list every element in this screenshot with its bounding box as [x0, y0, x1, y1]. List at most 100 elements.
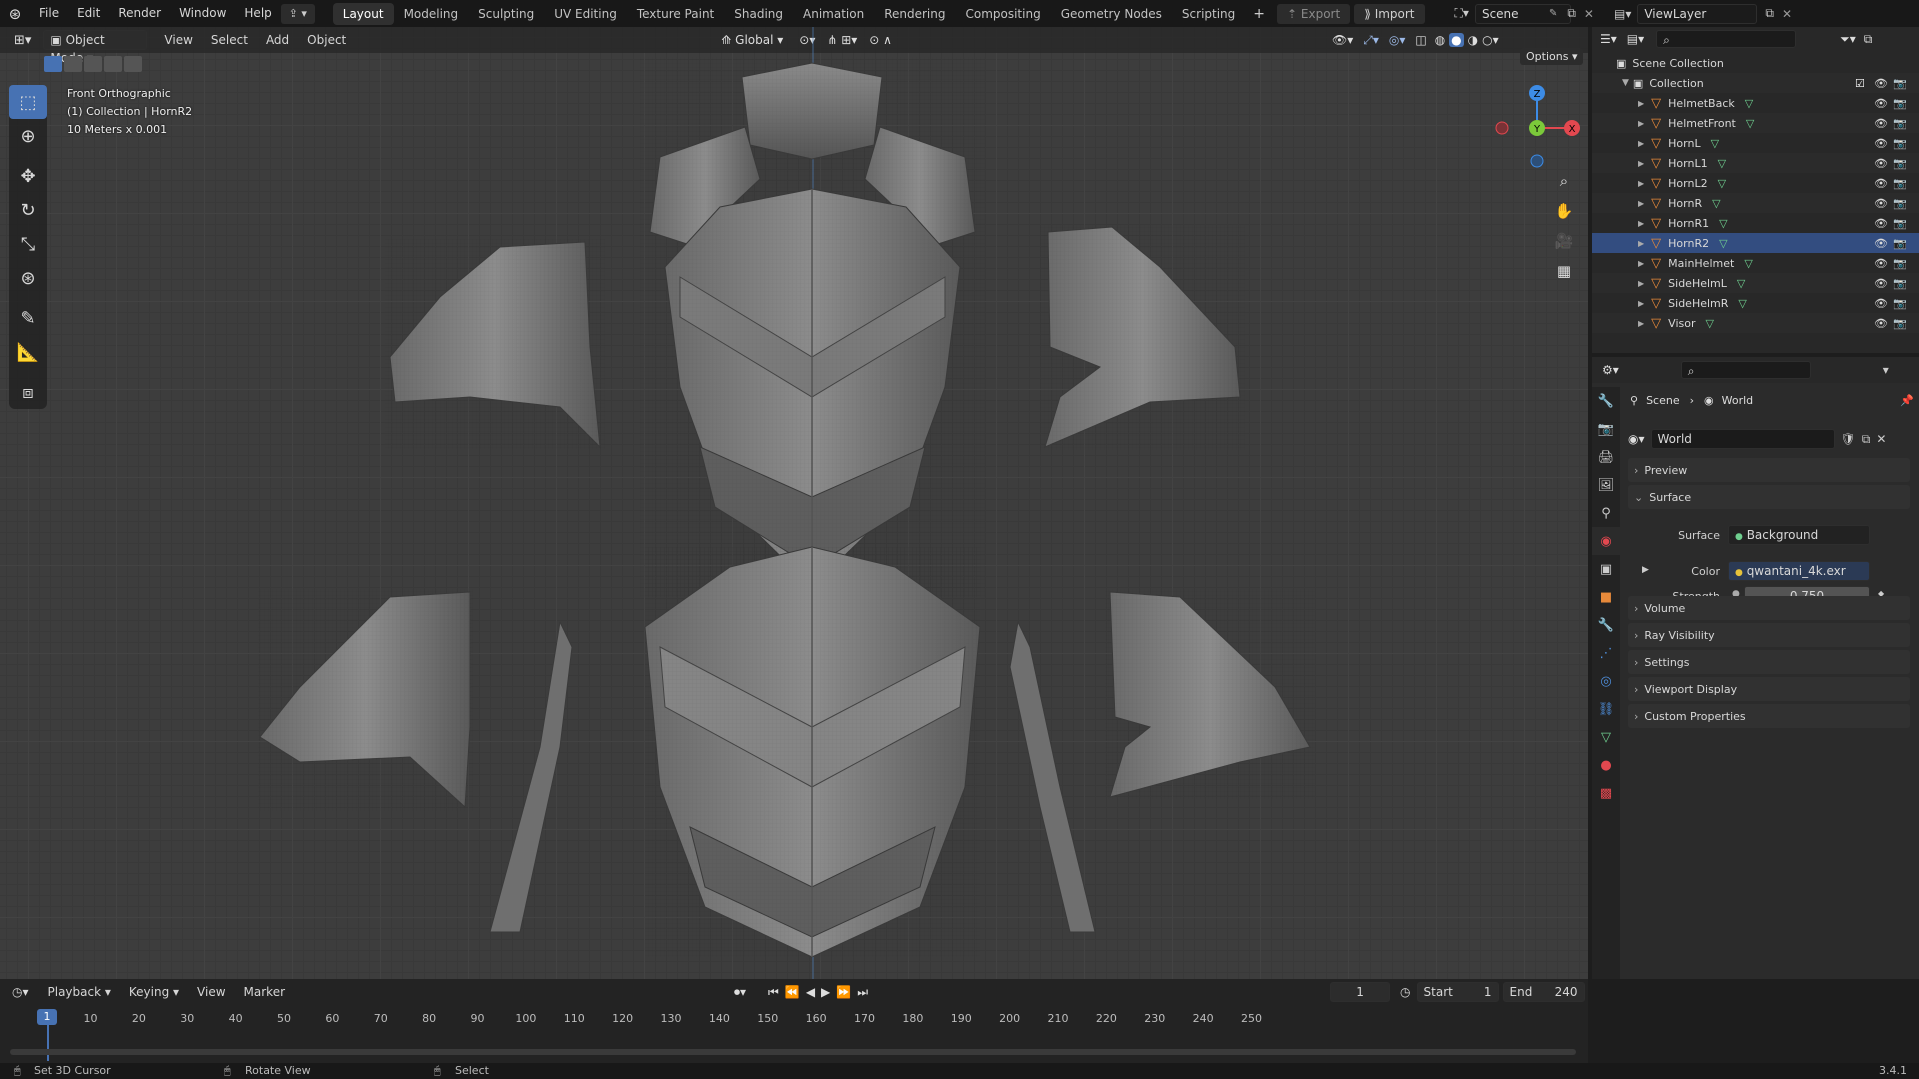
color-texture-field[interactable]: ● qwantani_4k.exr	[1728, 561, 1870, 581]
collection-tab-icon[interactable]: ▣	[1592, 555, 1620, 583]
horn-left-lower-mesh[interactable]	[258, 589, 473, 811]
mesh-data-icon[interactable]: ▽	[1738, 297, 1746, 310]
visibility-eye-icon[interactable]: 👁	[1874, 97, 1888, 110]
visibility-eye-icon[interactable]: 👁	[1874, 177, 1888, 190]
tab-geometry-nodes[interactable]: Geometry Nodes	[1051, 3, 1172, 25]
tab-compositing[interactable]: Compositing	[955, 3, 1050, 25]
outliner-item[interactable]: ▶ ▽ HornL2 ▽ 👁 📷	[1592, 173, 1919, 193]
render-tab-icon[interactable]: 📷	[1592, 415, 1620, 443]
menu-render[interactable]: Render	[109, 0, 170, 27]
outliner-item[interactable]: ▶ ▽ HornL1 ▽ 👁 📷	[1592, 153, 1919, 173]
upper-helmet-mesh[interactable]	[640, 57, 985, 597]
outliner-item[interactable]: ▶ ▽ HornR1 ▽ 👁 📷	[1592, 213, 1919, 233]
material-tab-icon[interactable]: ●	[1592, 751, 1620, 779]
render-camera-icon[interactable]: 📷	[1893, 317, 1907, 330]
outliner-item[interactable]: ▶ ▽ HelmetBack ▽ 👁 📷	[1592, 93, 1919, 113]
expand-arrow-icon[interactable]: ▶	[1638, 159, 1644, 168]
expand-arrow-icon[interactable]: ▶	[1638, 319, 1644, 328]
expand-arrow-icon[interactable]: ▶	[1638, 299, 1644, 308]
render-camera-icon[interactable]: 📷	[1893, 117, 1907, 130]
visibility-eye-icon[interactable]: 👁	[1874, 237, 1888, 250]
menu-edit[interactable]: Edit	[68, 0, 109, 27]
tab-layout[interactable]: Layout	[332, 2, 394, 25]
visibility-eye-icon[interactable]: 👁	[1874, 297, 1888, 310]
expand-arrow-icon[interactable]: ▶	[1638, 279, 1644, 288]
outliner-item[interactable]: ▶ ▽ HelmetFront ▽ 👁 📷	[1592, 113, 1919, 133]
outliner-search-input[interactable]: ⌕	[1656, 30, 1797, 48]
expand-arrow-icon[interactable]: ▶	[1638, 239, 1644, 248]
scene-tab-icon[interactable]: ⚲	[1592, 499, 1620, 527]
collection-render-icon[interactable]: 📷	[1893, 77, 1907, 90]
properties-options-icon[interactable]: ▾	[1883, 363, 1889, 377]
render-camera-icon[interactable]: 📷	[1893, 137, 1907, 150]
mesh-data-icon[interactable]: ▽	[1718, 157, 1726, 170]
data-tab-icon[interactable]: ▽	[1592, 723, 1620, 751]
render-camera-icon[interactable]: 📷	[1893, 257, 1907, 270]
scene-pin-icon[interactable]: ✎	[1549, 8, 1557, 19]
scene-collection-row[interactable]: ▣ Scene Collection	[1592, 53, 1919, 73]
surface-panel-header[interactable]: ⌄ Surface	[1628, 485, 1910, 509]
visibility-eye-icon[interactable]: 👁	[1874, 277, 1888, 290]
tab-sculpting[interactable]: Sculpting	[468, 3, 544, 25]
render-camera-icon[interactable]: 📷	[1893, 217, 1907, 230]
preview-panel-header[interactable]: › Preview	[1628, 458, 1910, 482]
mesh-data-icon[interactable]: ▽	[1746, 117, 1754, 130]
view-layer-icon[interactable]: ▤▾	[1614, 7, 1631, 21]
menu-help[interactable]: Help	[235, 0, 280, 27]
tab-scripting[interactable]: Scripting	[1172, 3, 1245, 25]
mesh-data-icon[interactable]: ▽	[1719, 237, 1727, 250]
properties-editor-icon[interactable]: ⚙▾	[1602, 363, 1619, 377]
visibility-eye-icon[interactable]: 👁	[1874, 317, 1888, 330]
view-layer-tab-icon[interactable]: 🖼	[1592, 471, 1620, 499]
surface-shader-field[interactable]: ● Background	[1728, 525, 1870, 545]
visibility-eye-icon[interactable]: 👁	[1874, 157, 1888, 170]
render-camera-icon[interactable]: 📷	[1893, 157, 1907, 170]
pan-hand-icon[interactable]: ✋	[1552, 199, 1576, 223]
outliner-item[interactable]: ▶ ▽ HornL ▽ 👁 📷	[1592, 133, 1919, 153]
fake-user-icon[interactable]: 🛡	[1841, 432, 1856, 446]
tab-texture-paint[interactable]: Texture Paint	[627, 3, 724, 25]
tab-rendering[interactable]: Rendering	[874, 3, 955, 25]
render-camera-icon[interactable]: 📷	[1893, 277, 1907, 290]
expand-arrow-icon[interactable]: ▶	[1638, 179, 1644, 188]
outliner-item[interactable]: ▶ ▽ HornR2 ▽ 👁 📷	[1592, 233, 1919, 253]
delete-view-layer-icon[interactable]: ✕	[1782, 7, 1792, 21]
expand-arrow-icon[interactable]: ▶	[1638, 99, 1644, 108]
settings-panel-header[interactable]: › Settings	[1628, 650, 1910, 674]
view-layer-field[interactable]: ViewLayer	[1637, 3, 1758, 24]
render-camera-icon[interactable]: 📷	[1893, 237, 1907, 250]
tab-shading[interactable]: Shading	[724, 3, 793, 25]
blender-logo-icon[interactable]: ⊛	[0, 5, 30, 23]
navigation-gizmo[interactable]: Z X Y	[1492, 83, 1582, 173]
particles-tab-icon[interactable]: ⋰	[1592, 639, 1620, 667]
visibility-eye-icon[interactable]: 👁	[1874, 197, 1888, 210]
collection-row[interactable]: ▼ ▣ Collection ☑ 👁 📷	[1592, 73, 1919, 93]
object-tab-icon[interactable]: ■	[1592, 583, 1620, 611]
world-browse-icon[interactable]: ◉▾	[1628, 432, 1645, 446]
new-view-layer-icon[interactable]: ⧉	[1765, 6, 1774, 21]
new-scene-icon[interactable]: ⧉	[1567, 6, 1576, 21]
import-button[interactable]: ⟫ Import	[1354, 3, 1425, 24]
collection-visibility-icon[interactable]: 👁	[1874, 77, 1888, 90]
visibility-eye-icon[interactable]: 👁	[1874, 137, 1888, 150]
texture-tab-icon[interactable]: ▩	[1592, 779, 1620, 807]
expand-arrow-icon[interactable]: ▼	[1622, 78, 1629, 88]
tab-uv-editing[interactable]: UV Editing	[544, 3, 627, 25]
ortho-grid-icon[interactable]: ▦	[1552, 259, 1576, 283]
expand-arrow-icon[interactable]: ▶	[1638, 199, 1644, 208]
expand-arrow-icon[interactable]: ▶	[1638, 259, 1644, 268]
outliner-item[interactable]: ▶ ▽ SideHelmL ▽ 👁 📷	[1592, 273, 1919, 293]
tool-tab-icon[interactable]: 🔧	[1592, 387, 1620, 415]
menu-window[interactable]: Window	[170, 0, 235, 27]
display-mode-icon[interactable]: ▤▾	[1627, 32, 1644, 46]
timeline-scrollbar[interactable]	[10, 1049, 1576, 1055]
properties-search-input[interactable]: ⌕	[1680, 361, 1811, 379]
visibility-eye-icon[interactable]: 👁	[1874, 217, 1888, 230]
breadcrumb-world[interactable]: World	[1722, 394, 1754, 407]
mesh-data-icon[interactable]: ▽	[1705, 317, 1713, 330]
output-tab-icon[interactable]: 🖨	[1592, 443, 1620, 471]
camera-view-icon[interactable]: 🎥	[1552, 229, 1576, 253]
mesh-data-icon[interactable]: ▽	[1719, 217, 1727, 230]
3d-viewport[interactable]: ⊞▾ ▣ Object Mode ▾ View Select Add Objec…	[0, 27, 1588, 979]
ray-visibility-panel-header[interactable]: › Ray Visibility	[1628, 623, 1910, 647]
